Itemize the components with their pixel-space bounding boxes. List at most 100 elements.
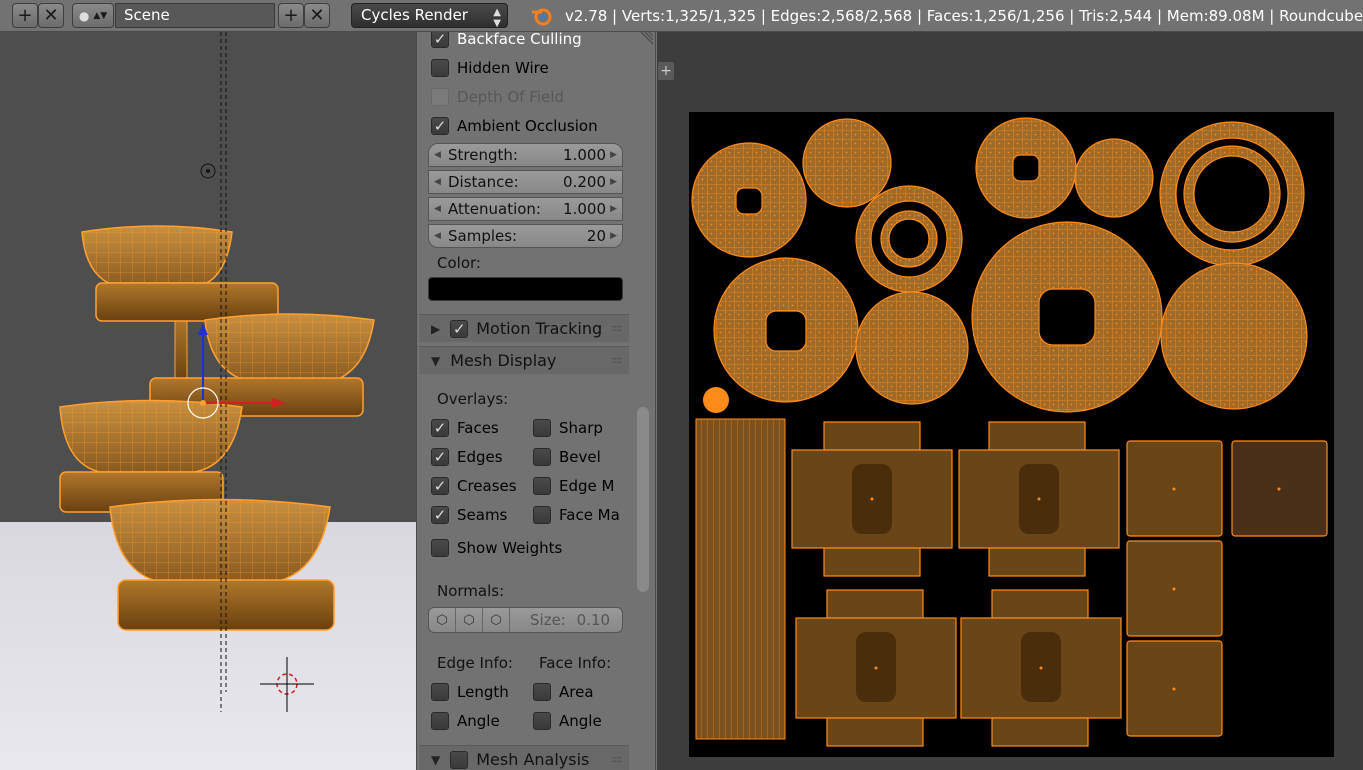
triangle-down-icon[interactable]: ▼ xyxy=(431,354,440,368)
checkbox-icon[interactable] xyxy=(431,59,449,77)
arrow-right-icon[interactable]: ▶ xyxy=(610,231,617,241)
drag-handle-icon[interactable]: :::: xyxy=(612,323,623,334)
checkbox-checked-icon[interactable]: ✓ xyxy=(431,117,449,135)
add-scene-button[interactable]: + xyxy=(278,3,304,28)
ao-strength-field[interactable]: ◀ Strength: 1.000 ▶ xyxy=(428,143,623,167)
edge-angle-label: Angle xyxy=(457,712,500,730)
checkbox-icon[interactable] xyxy=(533,506,551,524)
scene-name-field[interactable]: Scene xyxy=(115,3,275,28)
add-screen-button[interactable]: + xyxy=(12,3,38,28)
triangle-down-icon[interactable]: ▼ xyxy=(431,753,440,767)
checkbox-icon[interactable] xyxy=(533,448,551,466)
length-option[interactable]: Length xyxy=(417,678,509,706)
checkbox-icon[interactable] xyxy=(533,477,551,495)
edge-angle-option[interactable]: Angle xyxy=(417,707,500,735)
ao-attenuation-value: 1.000 xyxy=(563,200,606,218)
backface-culling-option[interactable]: ✓ Backface Culling xyxy=(417,32,637,53)
sharp-label: Sharp xyxy=(559,419,603,437)
uv-layout xyxy=(691,117,1328,747)
triangle-right-icon[interactable]: ▶ xyxy=(431,322,440,336)
normals-size-value: 0.10 xyxy=(576,611,611,629)
ao-strength-label: Strength: xyxy=(448,146,518,164)
delete-scene-button[interactable]: ✕ xyxy=(304,3,330,28)
normals-label: Normals: xyxy=(437,582,505,600)
ao-distance-label: Distance: xyxy=(448,173,519,191)
edges-label: Edges xyxy=(457,448,503,466)
checkbox-icon[interactable] xyxy=(450,750,469,769)
motion-tracking-label: Motion Tracking xyxy=(476,319,603,338)
vertex-normals-button[interactable]: ⬡ xyxy=(429,608,456,632)
ao-attenuation-label: Attenuation: xyxy=(448,200,541,218)
face-angle-label: Angle xyxy=(559,712,602,730)
checkbox-icon[interactable] xyxy=(533,419,551,437)
arrow-right-icon[interactable]: ▶ xyxy=(610,150,617,160)
checkbox-checked-icon[interactable]: ✓ xyxy=(450,319,469,338)
faces-option[interactable]: ✓ Faces xyxy=(417,414,499,442)
seams-label: Seams xyxy=(457,506,508,524)
mesh-analysis-header[interactable]: ▼ Mesh Analysis :::: xyxy=(419,745,629,770)
blender-logo-icon xyxy=(532,8,552,26)
vertex-normal-icon: ⬡ xyxy=(436,612,448,628)
checkbox-checked-icon[interactable]: ✓ xyxy=(431,506,449,524)
edges-option[interactable]: ✓ Edges xyxy=(417,443,503,471)
checkbox-icon[interactable] xyxy=(533,683,551,701)
show-weights-option[interactable]: Show Weights xyxy=(417,534,562,562)
ao-distance-field[interactable]: ◀ Distance: 0.200 ▶ xyxy=(428,170,623,194)
ao-color-swatch[interactable] xyxy=(428,277,623,301)
bevel-option[interactable]: Bevel xyxy=(519,443,601,471)
creases-option[interactable]: ✓ Creases xyxy=(417,472,517,500)
face-normals-button[interactable]: ⬡ xyxy=(483,608,510,632)
arrow-right-icon[interactable]: ▶ xyxy=(610,204,617,214)
edge-m-option[interactable]: Edge M xyxy=(519,472,614,500)
panel-scrollbar[interactable] xyxy=(637,407,649,592)
ao-samples-label: Samples: xyxy=(448,227,518,245)
checkbox-icon[interactable] xyxy=(431,539,449,557)
arrow-left-icon[interactable]: ◀ xyxy=(434,150,441,160)
uv-texture-canvas[interactable] xyxy=(689,112,1334,757)
top-header: + ✕ ● ▲▼ Scene + ✕ Cycles Render ▲ ▼ v2.78… xyxy=(0,0,1363,32)
checkbox-checked-icon[interactable]: ✓ xyxy=(431,448,449,466)
ao-samples-field[interactable]: ◀ Samples: 20 ▶ xyxy=(428,224,623,248)
motion-tracking-header[interactable]: ▶ ✓ Motion Tracking :::: xyxy=(419,314,629,342)
drag-handle-icon[interactable]: :::: xyxy=(612,355,623,366)
3d-viewport[interactable] xyxy=(0,32,416,770)
edge-info-label: Edge Info: xyxy=(437,654,513,672)
area-option[interactable]: Area xyxy=(519,678,594,706)
arrow-left-icon[interactable]: ◀ xyxy=(434,177,441,187)
ambient-occlusion-option[interactable]: ✓ Ambient Occlusion xyxy=(417,112,637,140)
arrow-left-icon[interactable]: ◀ xyxy=(434,231,441,241)
expand-toolbar-icon[interactable]: + xyxy=(658,62,674,80)
viewport-scene xyxy=(59,32,375,712)
checkbox-checked-icon[interactable]: ✓ xyxy=(431,477,449,495)
normals-buttons: ⬡ ⬡ ⬡ Size: 0.10 xyxy=(428,607,623,633)
drag-handle-icon[interactable]: :::: xyxy=(612,754,623,765)
checkbox-checked-icon[interactable]: ✓ xyxy=(431,419,449,437)
chevron-updown-icon: ▲▼ xyxy=(493,7,501,29)
checkbox-checked-icon[interactable]: ✓ xyxy=(431,32,449,48)
scene-selector-button[interactable]: ● ▲▼ xyxy=(72,3,114,28)
creases-label: Creases xyxy=(457,477,517,495)
corner-resize-icon[interactable] xyxy=(639,32,653,46)
depth-of-field-label: Depth Of Field xyxy=(457,88,564,106)
overlays-label: Overlays: xyxy=(437,390,509,408)
depth-of-field-option: Depth Of Field xyxy=(417,83,637,111)
face-ma-option[interactable]: Face Ma xyxy=(519,501,620,529)
checkbox-icon[interactable] xyxy=(533,712,551,730)
length-label: Length xyxy=(457,683,509,701)
checkbox-icon[interactable] xyxy=(431,683,449,701)
delete-screen-button[interactable]: ✕ xyxy=(38,3,64,28)
hidden-wire-option[interactable]: Hidden Wire xyxy=(417,54,637,82)
sharp-option[interactable]: Sharp xyxy=(519,414,603,442)
seams-option[interactable]: ✓ Seams xyxy=(417,501,507,529)
split-normals-button[interactable]: ⬡ xyxy=(456,608,483,632)
render-engine-dropdown[interactable]: Cycles Render ▲ ▼ xyxy=(351,3,508,29)
hidden-wire-label: Hidden Wire xyxy=(457,59,549,77)
arrow-left-icon[interactable]: ◀ xyxy=(434,204,441,214)
checkbox-icon[interactable] xyxy=(431,712,449,730)
arrow-right-icon[interactable]: ▶ xyxy=(610,177,617,187)
mesh-display-header[interactable]: ▼ Mesh Display :::: xyxy=(419,346,629,374)
face-angle-option[interactable]: Angle xyxy=(519,707,602,735)
ao-attenuation-field[interactable]: ◀ Attenuation: 1.000 ▶ xyxy=(428,197,623,221)
render-engine-label: Cycles Render xyxy=(361,6,468,24)
normals-size-field[interactable]: Size: 0.10 xyxy=(530,611,610,629)
